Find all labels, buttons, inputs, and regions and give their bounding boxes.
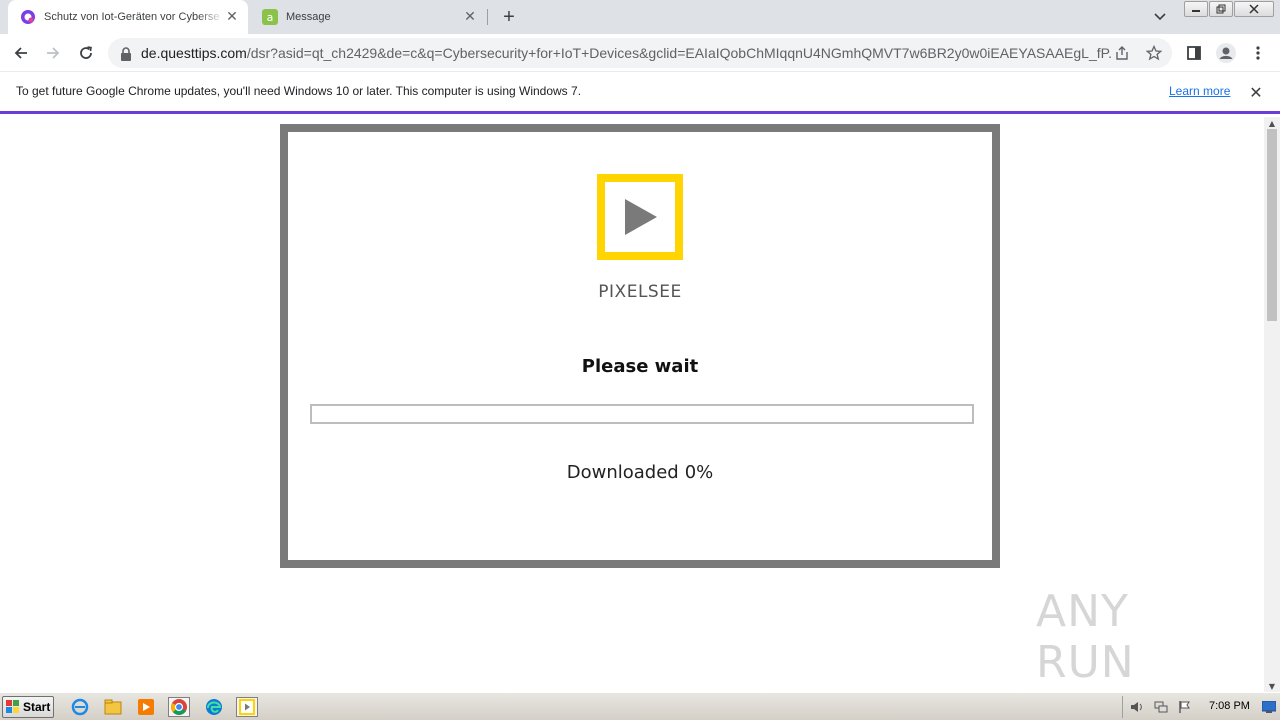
scroll-down-icon[interactable]: ▼ [1264, 680, 1280, 692]
page-viewport: PIXELSEE Please wait Downloaded 0% ANY RU… [0, 117, 1264, 692]
download-dialog: PIXELSEE Please wait Downloaded 0% [280, 124, 1000, 568]
url-host: de.questtips.com [141, 45, 247, 61]
windows-logo-icon [6, 700, 19, 713]
update-infobar: To get future Google Chrome updates, you… [0, 72, 1280, 114]
vertical-scrollbar[interactable]: ▲ ▼ [1264, 117, 1280, 692]
address-bar[interactable]: de.questtips.com/dsr?asid=qt_ch2429&de=c… [108, 38, 1172, 68]
system-tray: 7:08 PM [1122, 696, 1278, 718]
chrome-icon[interactable] [168, 697, 190, 717]
tab-questtips[interactable]: Schutz von Iot-Geräten vor Cyberse ✕ [8, 0, 248, 34]
media-player-icon[interactable] [135, 697, 157, 717]
tab-strip: Schutz von Iot-Geräten vor Cyberse ✕ a M… [0, 0, 1280, 34]
star-icon[interactable] [1144, 43, 1164, 63]
profile-icon[interactable] [1213, 40, 1239, 66]
infobar-message: To get future Google Chrome updates, you… [16, 84, 582, 98]
close-window-icon[interactable] [1234, 1, 1274, 17]
tab-search-chevron-icon[interactable] [1150, 8, 1170, 26]
url-path: /dsr?asid=qt_ch2429&de=c&q=Cybersecurity… [246, 45, 1111, 61]
learn-more-link[interactable]: Learn more [1169, 84, 1230, 98]
restore-icon[interactable] [1209, 1, 1233, 17]
menu-icon[interactable] [1245, 40, 1271, 66]
explorer-icon[interactable] [102, 697, 124, 717]
browser-toolbar: de.questtips.com/dsr?asid=qt_ch2429&de=c… [0, 34, 1280, 72]
anyrun-watermark: ANY RUN [1036, 586, 1236, 688]
start-label: Start [23, 700, 51, 714]
minimize-icon[interactable] [1184, 1, 1208, 17]
edge-icon[interactable] [203, 697, 225, 717]
side-panel-icon[interactable] [1181, 40, 1207, 66]
close-tab-icon[interactable]: ✕ [224, 9, 240, 25]
reload-icon[interactable] [73, 40, 99, 66]
show-desktop-icon[interactable] [1261, 699, 1277, 715]
scrollbar-thumb[interactable] [1267, 129, 1277, 321]
downloaded-percent: 0% [684, 462, 714, 483]
play-icon [625, 199, 657, 235]
pixelsee-icon[interactable] [236, 697, 258, 717]
volume-icon[interactable] [1129, 699, 1145, 715]
downloaded-status: Downloaded 0% [288, 462, 992, 483]
svg-text:a: a [267, 11, 274, 24]
action-center-flag-icon[interactable] [1177, 699, 1193, 715]
tab-message[interactable]: a Message ✕ [250, 0, 486, 34]
tab-separator [487, 9, 488, 25]
pixelsee-logo [597, 174, 683, 260]
questtips-favicon-icon [20, 9, 36, 25]
new-tab-button[interactable]: + [498, 6, 520, 28]
close-tab-icon[interactable]: ✕ [462, 9, 478, 25]
download-progress-bar [310, 404, 974, 424]
scroll-up-icon[interactable]: ▲ [1264, 117, 1280, 129]
message-favicon-icon: a [262, 9, 278, 25]
downloaded-label: Downloaded [566, 462, 679, 483]
network-icon[interactable] [1153, 699, 1169, 715]
lock-icon[interactable] [120, 46, 132, 61]
taskbar-clock: 7:08 PM [1209, 700, 1250, 712]
close-infobar-icon[interactable]: ✕ [1247, 83, 1265, 102]
windows-taskbar: Start 7:08 PM [0, 692, 1280, 720]
back-icon[interactable] [8, 40, 34, 66]
watermark-text: ANY RUN [1036, 586, 1135, 688]
url-text: de.questtips.com/dsr?asid=qt_ch2429&de=c… [141, 45, 1111, 61]
tab-title: Message [286, 11, 331, 23]
status-title: Please wait [581, 356, 699, 377]
forward-icon[interactable] [40, 40, 66, 66]
share-icon[interactable] [1112, 43, 1132, 63]
brand-name: PIXELSEE [598, 282, 682, 302]
start-button[interactable]: Start [2, 696, 54, 718]
tab-title: Schutz von Iot-Geräten vor Cyberse [44, 11, 220, 23]
ie-icon[interactable] [69, 697, 91, 717]
